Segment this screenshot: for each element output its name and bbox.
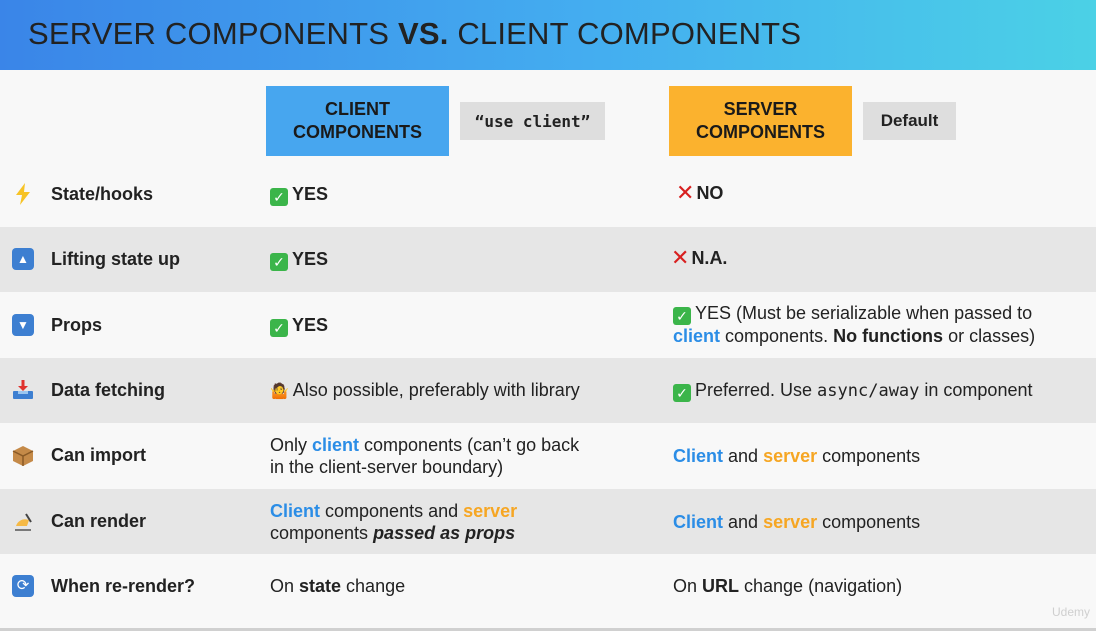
inbox-tray-icon	[10, 377, 36, 403]
row-label: Can render	[51, 511, 147, 531]
server-value: ✕ NO	[676, 180, 724, 205]
row-label: Props	[51, 315, 103, 335]
row-props: ▼ Props ✓ YES ✓ YES (Must be serializable …	[0, 292, 1096, 358]
server-value: ✓ YES (Must be serializable when passed t…	[673, 303, 1036, 346]
header-banner: SERVER COMPONENTS VS. CLIENT COMPONENTS	[0, 0, 1096, 70]
client-value: 🤷 Also possible, preferably with library	[270, 380, 580, 400]
check-icon: ✓	[270, 253, 288, 271]
package-icon	[10, 443, 36, 469]
row-label: Lifting state up	[51, 249, 180, 269]
server-components-badge: SERVER COMPONENTS	[669, 86, 852, 156]
client-value: Only client components (can’t go back in…	[270, 435, 580, 477]
check-icon: ✓	[673, 307, 691, 325]
row-label: Data fetching	[51, 380, 166, 400]
server-value: Client and server components	[673, 512, 921, 532]
row-state-hooks: State/hooks ✓ YES ✕ NO	[0, 162, 1096, 227]
client-value: Client components and server components …	[270, 501, 518, 543]
row-when-rerender: ⟳ When re-render? On state change On URL…	[0, 554, 1096, 620]
server-value: ✕ N.A.	[671, 245, 728, 270]
check-icon: ✓	[270, 188, 288, 206]
refresh-icon: ⟳	[10, 573, 36, 599]
check-icon: ✓	[270, 319, 288, 337]
row-can-render: Can render Client components and server …	[0, 489, 1096, 554]
server-value: Client and server components	[673, 446, 921, 466]
udemy-watermark: Udemy	[1051, 605, 1090, 619]
writing-hand-icon	[10, 508, 36, 534]
down-arrow-icon: ▼	[10, 312, 36, 338]
client-components-badge: CLIENT COMPONENTS	[266, 86, 449, 156]
server-value: On URL change (navigation)	[673, 576, 903, 596]
cross-icon: ✕	[676, 180, 695, 205]
client-value: On state change	[270, 576, 406, 596]
use-client-tag: “use client”	[460, 102, 605, 140]
server-value: ✓ Preferred. Use async/away in component	[673, 379, 1032, 402]
up-arrow-icon: ▲	[10, 246, 36, 272]
row-lifting-state: ▲ Lifting state up ✓ YES ✕ N.A.	[0, 227, 1096, 292]
page-title: SERVER COMPONENTS VS. CLIENT COMPONENTS	[28, 16, 802, 51]
client-value: ✓ YES	[270, 183, 328, 206]
lightning-icon	[10, 181, 36, 207]
client-value: ✓ YES	[270, 248, 328, 271]
shrug-icon: 🤷	[270, 383, 289, 400]
check-icon: ✓	[673, 384, 691, 402]
row-label: State/hooks	[51, 184, 154, 204]
client-value: ✓ YES	[270, 314, 328, 337]
row-data-fetching: Data fetching 🤷 Also possible, preferably…	[0, 358, 1096, 423]
default-tag: Default	[863, 102, 956, 140]
cross-icon: ✕	[671, 245, 690, 270]
row-can-import: Can import Only client components (can’t…	[0, 423, 1096, 489]
row-label: Can import	[51, 445, 147, 465]
row-label: When re-render?	[51, 576, 196, 596]
